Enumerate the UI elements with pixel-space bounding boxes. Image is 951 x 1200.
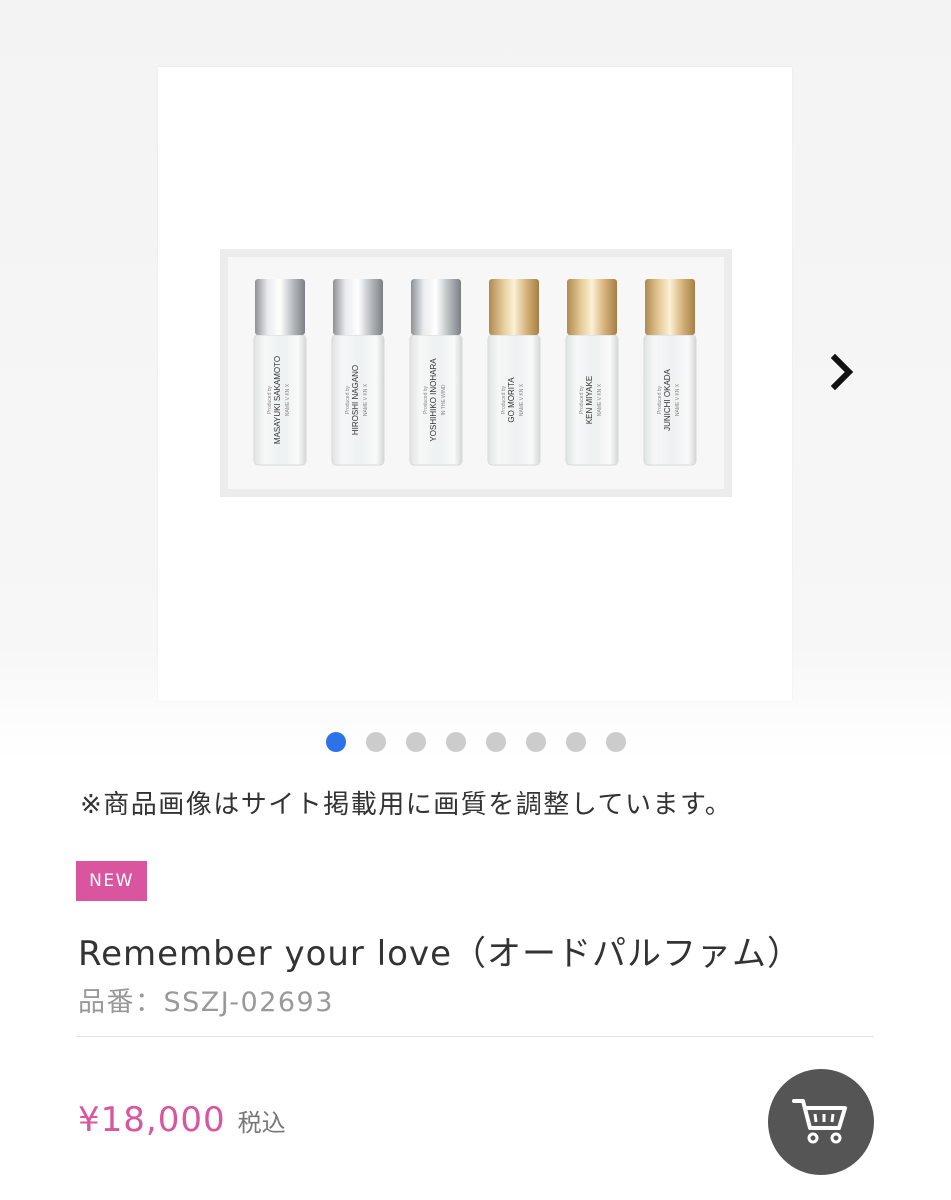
gold-cap bbox=[567, 279, 617, 335]
perfume-bottle: Produced by JUNICHI OKADA NAME V KN X bbox=[643, 279, 697, 466]
carousel-dot[interactable] bbox=[445, 732, 466, 752]
bottle-sub-text: NAME V KN X bbox=[363, 383, 369, 416]
gold-cap bbox=[489, 279, 539, 335]
new-badge: NEW bbox=[76, 861, 147, 901]
bottle-name-text: GO MORITA bbox=[507, 377, 516, 423]
bottle-sub-text: NAME V KN X bbox=[597, 383, 603, 416]
product-price: ¥18,000 bbox=[78, 1100, 226, 1140]
carousel-dot[interactable] bbox=[405, 732, 426, 752]
price-row: ¥18,000 税込 bbox=[78, 1100, 286, 1140]
chevron-right-icon bbox=[830, 353, 854, 391]
product-title: Remember your love（オードパルファム） bbox=[78, 934, 803, 974]
product-sku: 品番：SSZJ-02693 bbox=[78, 987, 334, 1018]
carousel-pagination bbox=[0, 732, 951, 752]
perfume-bottle: Produced by HIROSHI NAGANO NAME V KN X bbox=[331, 279, 385, 466]
bottle-sub-text: NAME V KN X bbox=[675, 383, 681, 416]
bottle-name-text: MASAYUKI SAKAMOTO bbox=[273, 356, 282, 444]
product-image[interactable]: Produced by MASAYUKI SAKAMOTO NAME V KN X P… bbox=[158, 67, 792, 701]
carousel-dot[interactable] bbox=[565, 732, 586, 752]
perfume-bottle: Produced by MASAYUKI SAKAMOTO NAME V KN X bbox=[253, 279, 307, 466]
bottle-sub-text: NAME V KN X bbox=[285, 383, 291, 416]
gold-cap bbox=[645, 279, 695, 335]
product-gallery: Produced by MASAYUKI SAKAMOTO NAME V KN X P… bbox=[0, 0, 951, 760]
bottle-name-text: KEN MIYAKE bbox=[585, 376, 594, 424]
bottle-name-text: YOSHIHIKO INOHARA bbox=[429, 358, 438, 442]
cart-icon bbox=[792, 1099, 847, 1144]
perfume-bottle: Produced by GO MORITA NAME V KN X bbox=[487, 279, 541, 466]
next-image-button[interactable] bbox=[822, 350, 862, 394]
carousel-dot[interactable] bbox=[325, 732, 346, 752]
carousel-dot[interactable] bbox=[485, 732, 506, 752]
carousel-dot[interactable] bbox=[525, 732, 546, 752]
silver-cap bbox=[411, 279, 461, 335]
carousel-dot[interactable] bbox=[605, 732, 626, 752]
image-notice: ※商品画像はサイト掲載用に画質を調整しています。 bbox=[80, 790, 733, 820]
perfume-bottle: Produced by YOSHIHIKO INOHARA IN THE WIND bbox=[409, 279, 463, 466]
silver-cap bbox=[333, 279, 383, 335]
divider bbox=[76, 1036, 874, 1037]
bottle-sub-text: NAME V KN X bbox=[519, 383, 525, 416]
bottle-name-text: JUNICHI OKADA bbox=[663, 368, 672, 430]
add-to-cart-button[interactable] bbox=[768, 1069, 874, 1175]
bottle-name-text: HIROSHI NAGANO bbox=[351, 365, 360, 435]
tax-label: 税込 bbox=[237, 1109, 286, 1137]
silver-cap bbox=[255, 279, 305, 335]
perfume-set-illustration: Produced by MASAYUKI SAKAMOTO NAME V KN X P… bbox=[220, 249, 732, 497]
carousel-dot[interactable] bbox=[365, 732, 386, 752]
perfume-bottle: Produced by KEN MIYAKE NAME V KN X bbox=[565, 279, 619, 466]
bottle-sub-text: IN THE WIND bbox=[441, 384, 447, 415]
